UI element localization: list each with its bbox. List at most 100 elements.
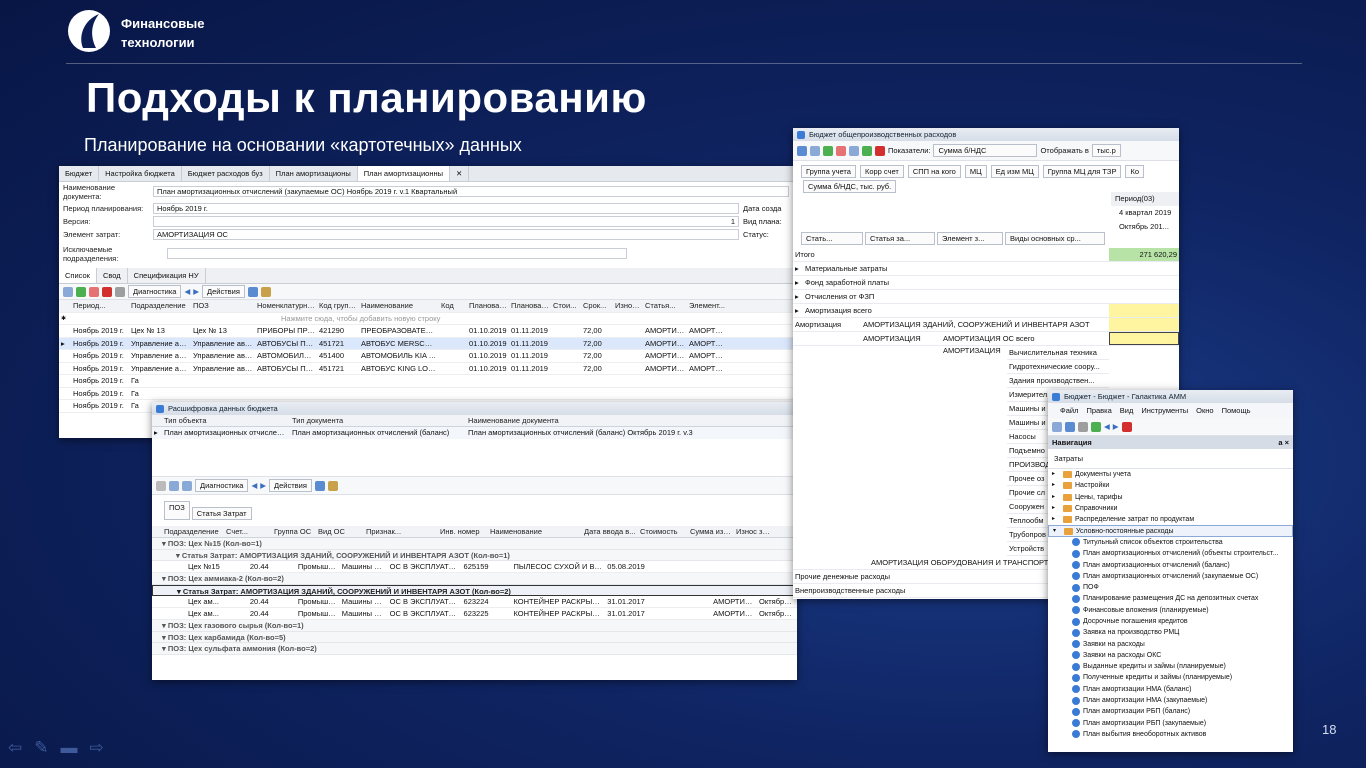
grid-icon[interactable] <box>156 480 166 491</box>
row-header-cost-article[interactable]: Статья за... <box>865 232 935 245</box>
folder-item[interactable]: ▸ Документы учета <box>1048 469 1293 480</box>
poz-group-row[interactable]: ▾ ПОЗ: Цех сульфата аммония (Кол-во=2) <box>152 643 797 655</box>
table-row[interactable]: Ноябрь 2019 г. Управление ав... Управление… <box>59 363 793 375</box>
save-icon[interactable] <box>1052 421 1062 432</box>
folder-item[interactable]: ▸ Настройки <box>1048 480 1293 491</box>
row-header-element[interactable]: Элемент з... <box>937 232 1003 245</box>
document-item[interactable]: Выданные кредиты и займы (планируемые) <box>1048 661 1293 672</box>
copy-icon[interactable] <box>810 145 820 156</box>
refresh-icon[interactable] <box>1091 421 1101 432</box>
folder-item[interactable]: ▸ Распределение затрат по продуктам <box>1048 514 1293 525</box>
delete-icon[interactable] <box>102 286 112 297</box>
measure-chip[interactable]: Сумма б/НДС, тыс. руб. <box>803 180 897 193</box>
table-row[interactable]: ▸ Ноябрь 2019 г. Управление ав... Управлени… <box>59 337 793 350</box>
arrow-right-icon[interactable]: ▶ <box>260 481 266 490</box>
document-item[interactable]: Титульный список объектов строительства <box>1048 537 1293 548</box>
column-header[interactable]: Подразделение <box>162 526 224 537</box>
column-header[interactable]: Плановая... <box>467 300 509 312</box>
tab-amortization-plan-2[interactable]: План амортизационны <box>357 166 450 181</box>
document-item[interactable]: Заявки на расходы ОКС <box>1048 650 1293 661</box>
document-item[interactable]: План амортизационных отчислений (объекты… <box>1048 548 1293 559</box>
column-header[interactable]: Срок... <box>581 300 613 312</box>
tab-list[interactable]: Список <box>59 268 97 283</box>
period-field[interactable]: Ноябрь 2019 г. <box>153 203 739 214</box>
doc-name-field[interactable]: План амортизационных отчислений (закупае… <box>153 186 789 197</box>
column-header[interactable]: Группа ОС <box>272 526 316 537</box>
table-row[interactable]: Ноябрь 2019 г. Га <box>59 388 793 400</box>
folder-item[interactable]: ▾ Условно-постоянные расходы <box>1048 525 1293 537</box>
document-item[interactable]: План амортизационных отчислений (баланс) <box>1048 559 1293 570</box>
month-header[interactable]: Октябрь 201... <box>1111 220 1179 234</box>
menu-item[interactable]: Вид <box>1120 406 1134 415</box>
column-header[interactable]: Наименование <box>359 300 439 312</box>
table-row[interactable]: Цех №15 20.44 Промышле... Машины и ... ОС В … <box>152 561 797 573</box>
column-header[interactable]: Период... <box>71 300 129 312</box>
expense-row[interactable]: ▸ Материальные затраты <box>793 262 1179 276</box>
expand-icon[interactable]: ▸ <box>1052 503 1060 514</box>
expand-icon[interactable]: ▸ <box>1052 514 1060 525</box>
document-item[interactable]: Досрочные погашения кредитов <box>1048 616 1293 627</box>
tab-budget-expenses[interactable]: Бюджет расходов буз <box>182 166 270 181</box>
undo-icon[interactable] <box>1078 421 1088 432</box>
column-header[interactable]: Элемент... <box>687 300 729 312</box>
row-header-os-types[interactable]: Виды основных ср... <box>1005 232 1105 245</box>
folder-item[interactable]: ▸ Цены, тарифы <box>1048 492 1293 503</box>
article-group-row[interactable]: ▾ Статья Затрат: АМОРТИЗАЦИЯ ЗДАНИЙ, СОО… <box>152 549 797 561</box>
column-header[interactable]: Наименование <box>488 526 582 537</box>
poz-group-row[interactable]: ▾ ПОЗ: Цех карбамида (Кол-во=5) <box>152 631 797 643</box>
poz-group-row[interactable]: ▾ ПОЗ: Цех №15 (Кол-во=1) <box>152 538 797 550</box>
column-header[interactable]: Инв. номер <box>438 526 488 537</box>
amort-sub1[interactable]: АМОРТИЗАЦИЯ ЗДАНИЙ, СООРУЖЕНИЙ И ИНВЕНТА… <box>861 318 1109 331</box>
menu-item[interactable]: Файл <box>1060 406 1078 415</box>
document-item[interactable]: ПОФ <box>1048 582 1293 593</box>
row-header-article[interactable]: Стать... <box>801 232 863 245</box>
document-item[interactable]: План амортизации РБП (баланс) <box>1048 706 1293 717</box>
print-icon[interactable] <box>247 286 258 297</box>
arrow-right-icon[interactable]: ▶ <box>193 287 199 296</box>
article-group-row[interactable]: ▾ Статья Затрат: АМОРТИЗАЦИЯ ЗДАНИЙ, СОО… <box>152 584 797 596</box>
poz-group-row[interactable]: ▾ ПОЗ: Цех аммиака-2 (Кол-во=2) <box>152 573 797 585</box>
expand-icon[interactable]: ▸ <box>1052 469 1060 480</box>
column-header[interactable]: Сумма износа <box>688 526 734 537</box>
period-header[interactable]: Период(03) <box>1111 192 1179 206</box>
column-header[interactable]: Код группы <box>317 300 359 312</box>
document-item[interactable]: План амортизации РБП (закупаемые) <box>1048 718 1293 729</box>
document-item[interactable]: Планирование размещения ДС на депозитных… <box>1048 593 1293 604</box>
menu-item[interactable]: Помощь <box>1222 406 1251 415</box>
menu-item[interactable]: Инструменты <box>1141 406 1188 415</box>
dimension-button[interactable]: Ко <box>1125 165 1144 178</box>
menu-icon[interactable]: ▬ <box>61 738 78 758</box>
tab-summary[interactable]: Свод <box>97 268 128 283</box>
prev-slide-icon[interactable]: ⇦ <box>8 738 22 758</box>
actions-button[interactable]: Действия <box>202 285 245 298</box>
import-icon[interactable] <box>836 145 846 156</box>
breakdown-top-row[interactable]: ▸ План амортизационных отчислений (... Пла… <box>152 427 797 439</box>
expand-icon[interactable]: ▸ <box>1052 480 1060 491</box>
column-header[interactable]: Код <box>439 300 467 312</box>
column-header[interactable]: Подразделение <box>129 300 191 312</box>
grid-icon[interactable] <box>849 145 859 156</box>
nav-pin-icon[interactable]: а × <box>1278 438 1289 447</box>
close-tab-icon[interactable]: ✕ <box>450 166 470 181</box>
expand-icon[interactable]: ▸ <box>1052 492 1060 503</box>
tab-spec-nu[interactable]: Спецификация НУ <box>128 268 206 283</box>
os-type-item[interactable]: Гидротехнические соору... <box>1007 360 1109 374</box>
document-item[interactable]: План выбытия внеоборотных активов <box>1048 729 1293 740</box>
arrow-left-icon[interactable]: ◀ <box>184 287 190 296</box>
column-header[interactable]: Стоимость <box>638 526 688 537</box>
expand-icon[interactable]: ▾ <box>1053 526 1061 537</box>
poz-group-row[interactable]: ▾ ПОЗ: Цех газового сырья (Кол-во=1) <box>152 620 797 632</box>
column-header[interactable]: Признак... <box>364 526 438 537</box>
dimension-button[interactable]: Группа МЦ для ТЗР <box>1042 165 1122 178</box>
expand-icon[interactable]: ▸ <box>793 304 803 317</box>
column-header[interactable]: Износ... <box>613 300 643 312</box>
amort-sub2[interactable]: АМОРТИЗАЦИЯ ОС всего <box>941 332 1109 345</box>
table-row[interactable]: Ноябрь 2019 г. Управление ав... Управление… <box>59 350 793 363</box>
table-row[interactable]: Ноябрь 2019 г. Га <box>59 375 793 388</box>
expand-icon[interactable]: ▸ <box>793 262 803 275</box>
tab-budget[interactable]: Бюджет <box>59 166 100 181</box>
document-item[interactable]: План амортизационных отчислений (закупае… <box>1048 571 1293 582</box>
document-item[interactable]: Заявки на расходы <box>1048 638 1293 649</box>
new-doc-icon[interactable] <box>63 286 73 297</box>
column-header[interactable]: Износ за... <box>734 526 774 537</box>
